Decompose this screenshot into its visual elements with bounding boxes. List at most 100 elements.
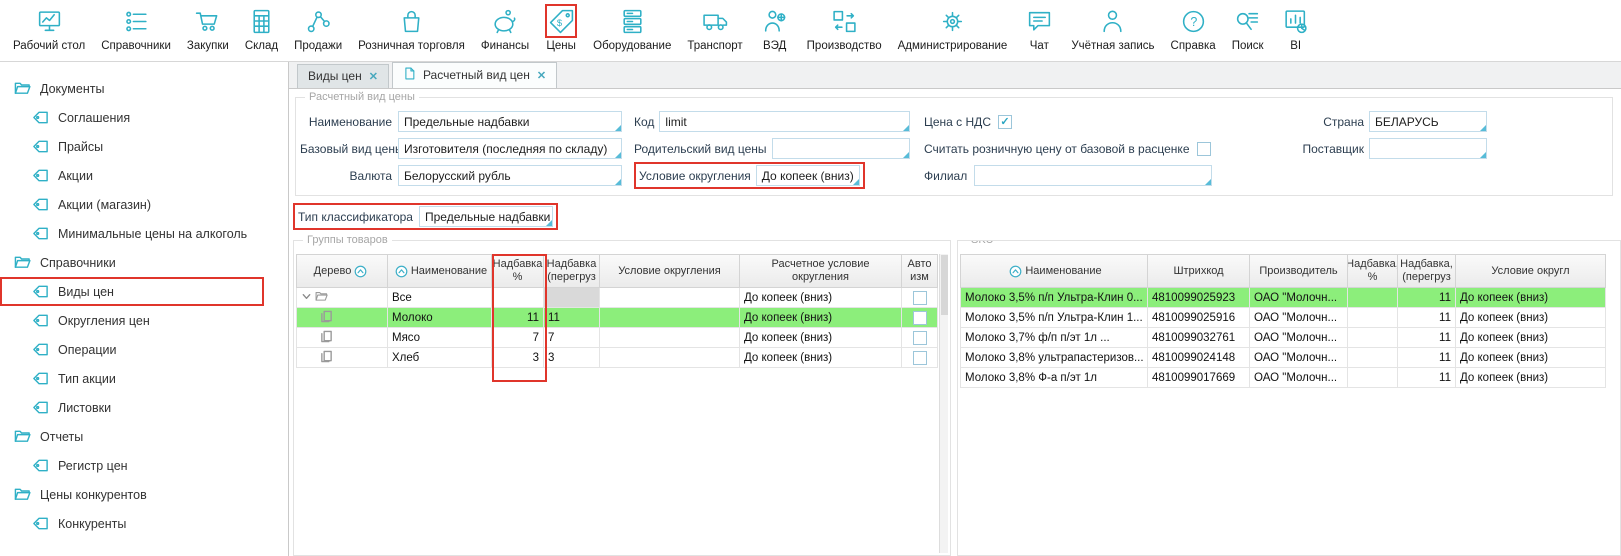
rounding-cell[interactable] — [600, 348, 740, 368]
sku-table-row[interactable]: Молоко 3,5% п/п Ультра-Клин 0...48100990… — [960, 288, 1618, 308]
groups-table-row[interactable]: Молоко1111До копеек (вниз) — [296, 308, 948, 328]
toolbar-item-finance[interactable]: Финансы — [474, 2, 536, 61]
groups-table-row[interactable]: Мясо77До копеек (вниз) — [296, 328, 948, 348]
sku-name-cell[interactable]: Молоко 3,8% ультрапастеризов... — [960, 348, 1148, 368]
sku-markup-cell[interactable] — [1348, 348, 1398, 368]
groups-table-row[interactable]: Хлеб33До копеек (вниз) — [296, 348, 948, 368]
sku-producer-cell[interactable]: ОАО "Молочн... — [1250, 348, 1348, 368]
sku-markup-overload-cell[interactable]: 11 — [1398, 348, 1456, 368]
auto-change-checkbox[interactable] — [913, 351, 927, 365]
groups-column-header[interactable]: Дерево — [296, 254, 388, 288]
markup-cell[interactable] — [492, 288, 544, 308]
toolbar-item-prices[interactable]: $Цены — [538, 2, 584, 61]
toolbar-item-chat[interactable]: Чат — [1016, 2, 1062, 61]
tab-close-icon[interactable]: ✕ — [369, 70, 378, 83]
sku-column-header[interactable]: Производитель — [1250, 254, 1348, 288]
rounding-input[interactable]: До копеек (вниз) — [756, 165, 860, 186]
sidebar-item-promo-type[interactable]: Тип акции — [0, 364, 288, 393]
sidebar-item-directories[interactable]: Справочники — [0, 248, 288, 277]
tab-close-icon[interactable]: ✕ — [537, 69, 546, 82]
group-name-cell[interactable]: Хлеб — [388, 348, 492, 368]
groups-column-header[interactable]: Авто изм — [902, 254, 938, 288]
sku-markup-overload-cell[interactable]: 11 — [1398, 288, 1456, 308]
rounding-cell[interactable] — [600, 288, 740, 308]
toolbar-item-sales[interactable]: Продажи — [287, 2, 349, 61]
tree-cell[interactable] — [296, 288, 388, 308]
base-price-type-input[interactable]: Изготовителя (последняя по складу) — [398, 138, 622, 159]
auto-change-checkbox[interactable] — [913, 291, 927, 305]
sku-column-header[interactable]: Штрихкод — [1148, 254, 1250, 288]
calc-rounding-cell[interactable]: До копеек (вниз) — [740, 288, 902, 308]
toolbar-item-transport[interactable]: Транспорт — [680, 2, 749, 61]
sku-table-row[interactable]: Молоко 3,8% Ф-а п/эт 1л4810099017669ОАО … — [960, 368, 1618, 388]
sku-table-row[interactable]: Молоко 3,5% п/п Ультра-Клин 1...48100990… — [960, 308, 1618, 328]
calc-rounding-cell[interactable]: До копеек (вниз) — [740, 328, 902, 348]
tree-cell[interactable] — [296, 348, 388, 368]
markup-overload-cell[interactable] — [544, 288, 600, 308]
sku-producer-cell[interactable]: ОАО "Молочн... — [1250, 328, 1348, 348]
toolbar-item-equipment[interactable]: Оборудование — [586, 2, 678, 61]
sidebar-item-min-alcohol-prices[interactable]: Минимальные цены на алкоголь — [0, 219, 288, 248]
sku-column-header[interactable]: Условие округл — [1456, 254, 1606, 288]
tab-price-types[interactable]: Виды цен✕ — [297, 64, 389, 88]
group-name-cell[interactable]: Молоко — [388, 308, 492, 328]
sidebar-item-competitors[interactable]: Конкуренты — [0, 509, 288, 538]
toolbar-item-production[interactable]: Производство — [800, 2, 889, 61]
tree-cell[interactable] — [296, 328, 388, 348]
sku-name-cell[interactable]: Молоко 3,7% ф/п п/эт 1л ... — [960, 328, 1148, 348]
markup-overload-cell[interactable]: 11 — [544, 308, 600, 328]
vat-checkbox[interactable] — [998, 115, 1012, 129]
sku-producer-cell[interactable]: ОАО "Молочн... — [1250, 368, 1348, 388]
sku-barcode-cell[interactable]: 4810099017669 — [1148, 368, 1250, 388]
sku-barcode-cell[interactable]: 4810099025916 — [1148, 308, 1250, 328]
sku-column-header[interactable]: Надбавка, % — [1348, 254, 1398, 288]
sidebar-item-promotions-store[interactable]: Акции (магазин) — [0, 190, 288, 219]
sku-markup-overload-cell[interactable]: 11 — [1398, 368, 1456, 388]
code-input[interactable]: limit — [659, 111, 910, 132]
rounding-cell[interactable] — [600, 328, 740, 348]
group-name-cell[interactable]: Все — [388, 288, 492, 308]
sidebar-item-pricelists[interactable]: Прайсы — [0, 132, 288, 161]
sidebar-item-price-register[interactable]: Регистр цен — [0, 451, 288, 480]
sku-name-cell[interactable]: Молоко 3,5% п/п Ультра-Клин 0... — [960, 288, 1148, 308]
sku-markup-cell[interactable] — [1348, 288, 1398, 308]
sidebar-item-competitor-prices[interactable]: Цены конкурентов — [0, 480, 288, 509]
sku-rounding-cell[interactable]: До копеек (вниз) — [1456, 308, 1606, 328]
toolbar-item-retail[interactable]: Розничная торговля — [351, 2, 472, 61]
groups-column-header[interactable]: Надбавка (перегруз — [544, 254, 600, 288]
toolbar-item-purchases[interactable]: Закупки — [180, 2, 236, 61]
groups-column-header[interactable]: Условие округления — [600, 254, 740, 288]
group-name-cell[interactable]: Мясо — [388, 328, 492, 348]
sidebar-item-price-types[interactable]: Виды цен — [0, 277, 264, 306]
tree-cell[interactable] — [296, 308, 388, 328]
auto-change-checkbox[interactable] — [913, 331, 927, 345]
sku-rounding-cell[interactable]: До копеек (вниз) — [1456, 328, 1606, 348]
sku-barcode-cell[interactable]: 4810099032761 — [1148, 328, 1250, 348]
sidebar-item-leaflets[interactable]: Листовки — [0, 393, 288, 422]
country-input[interactable]: БЕЛАРУСЬ — [1369, 111, 1487, 132]
toolbar-item-directories[interactable]: Справочники — [94, 2, 178, 61]
sidebar-item-reports[interactable]: Отчеты — [0, 422, 288, 451]
markup-overload-cell[interactable]: 3 — [544, 348, 600, 368]
sidebar-item-documents[interactable]: Документы — [0, 74, 288, 103]
sku-table-row[interactable]: Молоко 3,8% ультрапастеризов...481009902… — [960, 348, 1618, 368]
sku-markup-cell[interactable] — [1348, 368, 1398, 388]
sidebar-item-price-roundings[interactable]: Округления цен — [0, 306, 288, 335]
auto-change-checkbox[interactable] — [913, 311, 927, 325]
sku-markup-overload-cell[interactable]: 11 — [1398, 328, 1456, 348]
toolbar-item-ved[interactable]: ВЭД — [752, 2, 798, 61]
sku-name-cell[interactable]: Молоко 3,8% Ф-а п/эт 1л — [960, 368, 1148, 388]
sidebar-item-agreements[interactable]: Соглашения — [0, 103, 288, 132]
tab-calc-price-type[interactable]: Расчетный вид цен✕ — [392, 62, 557, 88]
sku-markup-cell[interactable] — [1348, 328, 1398, 348]
groups-table-row[interactable]: Все До копеек (вниз) — [296, 288, 948, 308]
name-input[interactable]: Предельные надбавки — [398, 111, 622, 132]
markup-cell[interactable]: 3 — [492, 348, 544, 368]
currency-input[interactable]: Белорусский рубль — [398, 165, 622, 186]
toolbar-item-search[interactable]: Поиск — [1225, 2, 1271, 61]
retail-from-base-checkbox[interactable] — [1197, 142, 1211, 156]
groups-table-scrollbar[interactable] — [939, 254, 948, 553]
markup-cell[interactable]: 11 — [492, 308, 544, 328]
sidebar-item-operations[interactable]: Операции — [0, 335, 288, 364]
markup-overload-cell[interactable]: 7 — [544, 328, 600, 348]
